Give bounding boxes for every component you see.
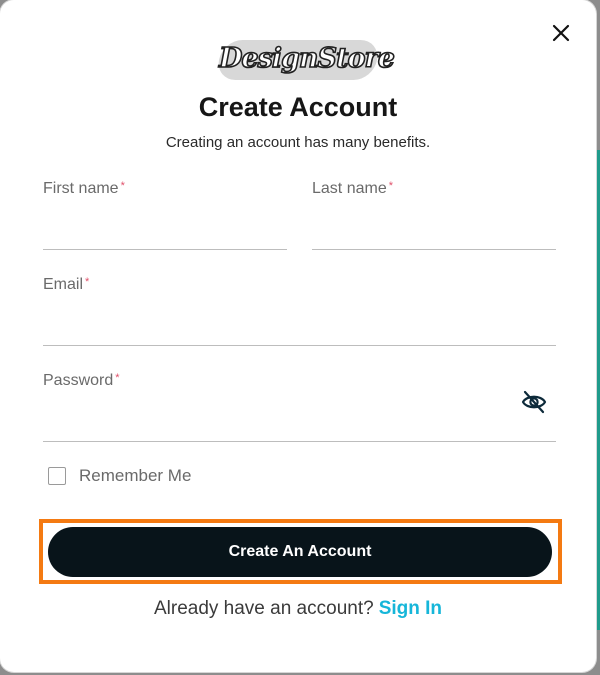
brand-logo: DesignStore [0, 36, 596, 84]
required-marker: * [115, 372, 120, 384]
create-account-modal: DesignStore Create Account Creating an a… [0, 0, 596, 672]
page-title: Create Account [198, 92, 398, 122]
create-account-button[interactable]: Create An Account [48, 527, 552, 577]
signin-prompt-row: Already have an account? Sign In [0, 598, 596, 620]
first-name-field: First name * [43, 180, 287, 250]
submit-highlight-frame: Create An Account [39, 519, 562, 584]
email-input[interactable] [43, 315, 556, 341]
email-field: Email * [43, 276, 556, 346]
last-name-input[interactable] [312, 219, 556, 245]
required-marker: * [388, 180, 393, 192]
signin-prompt: Already have an account? [153, 598, 374, 619]
eye-off-icon [521, 390, 547, 414]
password-input[interactable] [43, 411, 513, 437]
signin-link[interactable]: Sign In [379, 598, 442, 619]
password-label: Password * [43, 372, 120, 389]
required-marker: * [120, 180, 125, 192]
page-subtitle: Creating an account has many benefits. [165, 134, 431, 151]
email-label: Email * [43, 276, 90, 293]
first-name-label: First name * [43, 180, 125, 197]
last-name-field: Last name * [312, 180, 556, 250]
remember-me-checkbox[interactable] [48, 467, 66, 485]
remember-me: Remember Me [48, 466, 191, 486]
logo-text: DesignStore [218, 42, 396, 75]
last-name-label: Last name * [312, 180, 393, 197]
remember-me-label: Remember Me [79, 466, 192, 485]
password-visibility-toggle[interactable] [520, 388, 548, 416]
first-name-input[interactable] [43, 219, 287, 245]
required-marker: * [85, 276, 90, 288]
password-field: Password * [43, 372, 556, 442]
